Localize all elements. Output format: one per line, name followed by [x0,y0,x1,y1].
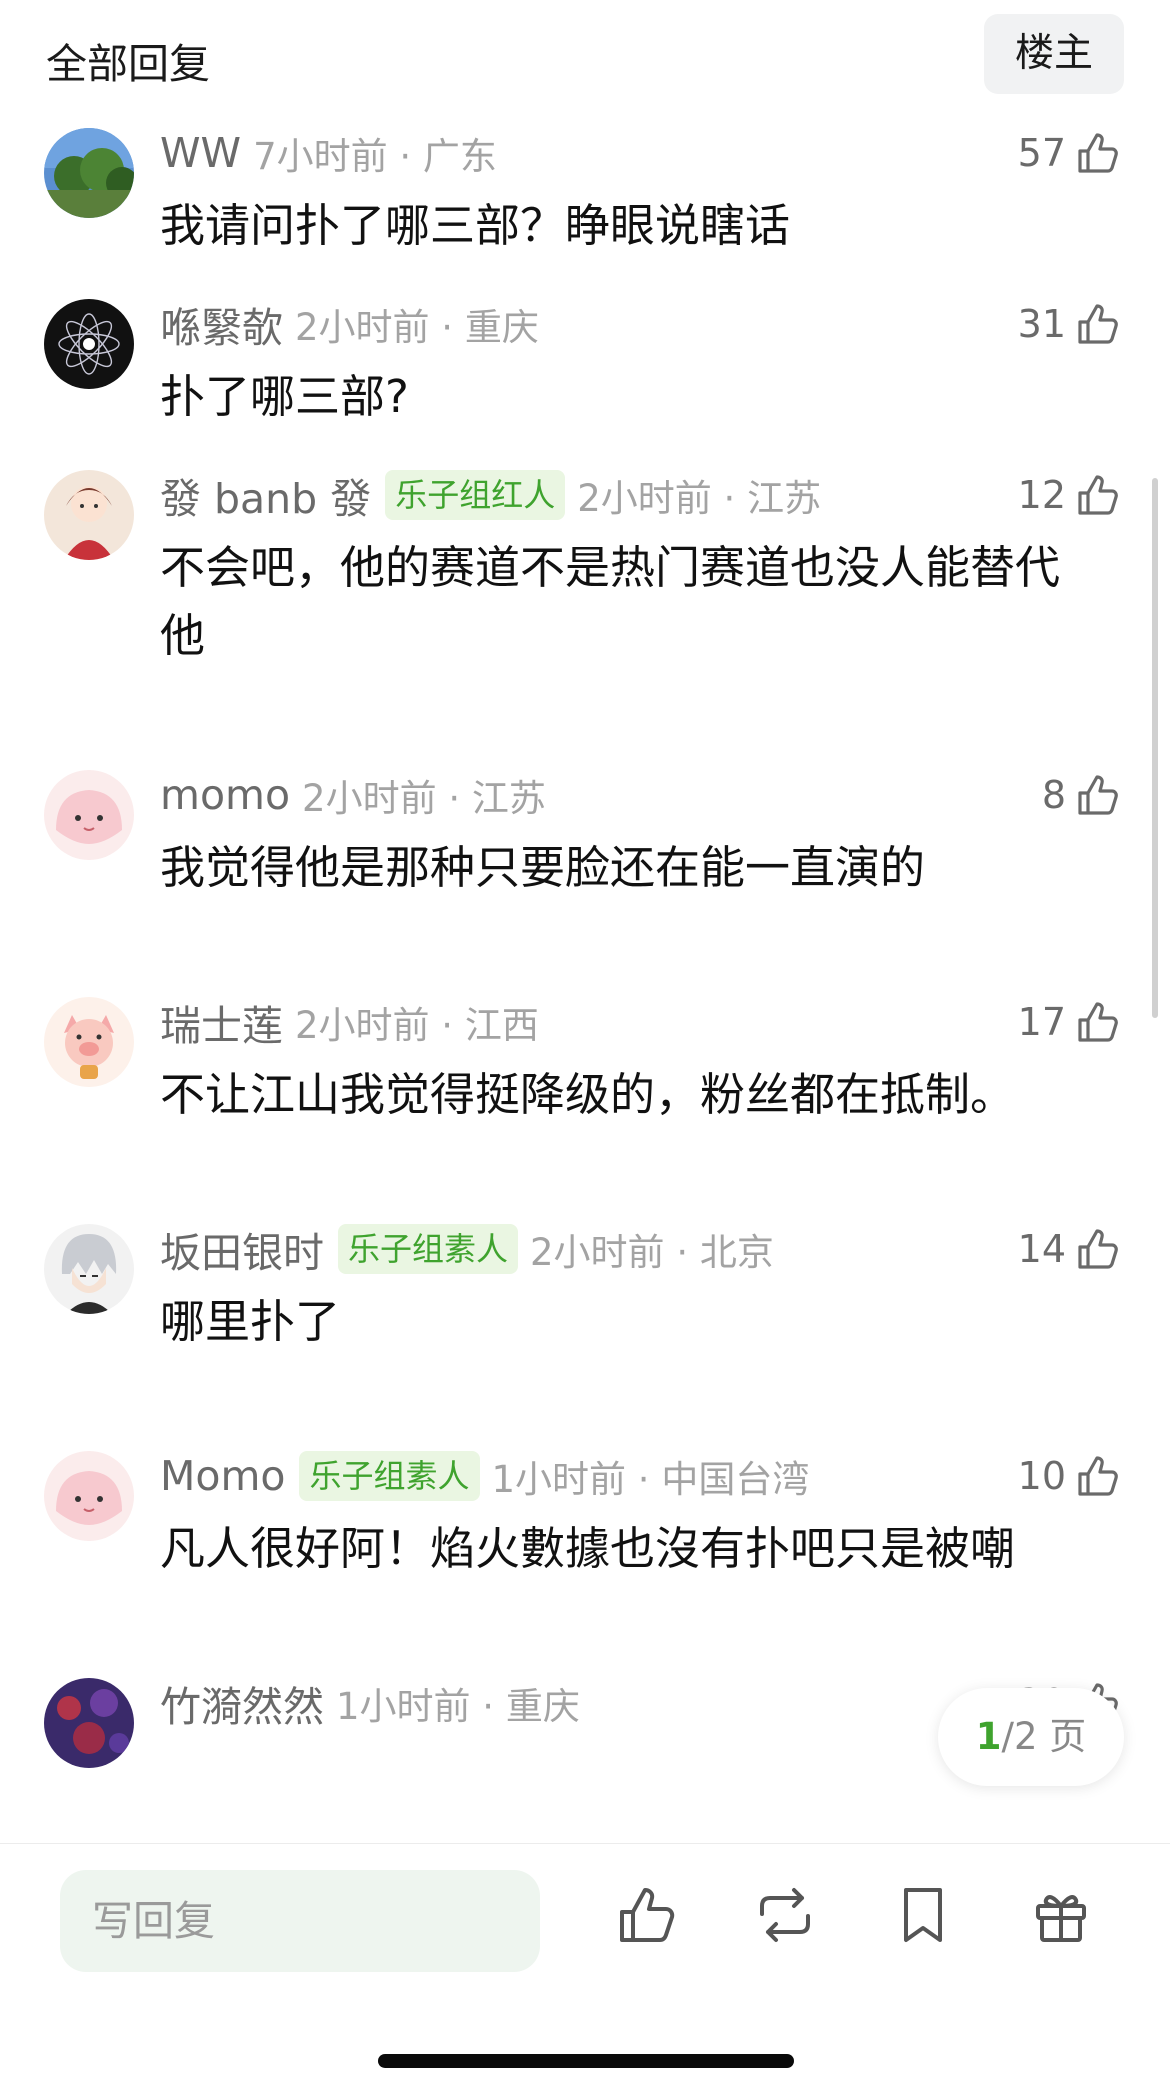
like-count: 57 [1017,131,1066,175]
like-button[interactable]: 12 [1018,468,1122,522]
comment-meta: 竹漪然然 1小时前 · 重庆 [160,1673,580,1733]
avatar[interactable] [44,1678,134,1768]
username[interactable]: WW [160,129,241,177]
like-button[interactable]: 14 [1018,1222,1122,1276]
like-button[interactable]: 10 [1018,1449,1122,1503]
avatar[interactable] [44,997,134,1087]
thumbs-up-icon [1078,1229,1118,1269]
avatar[interactable] [44,1224,134,1314]
page-indicator[interactable]: 1/2 页 [938,1688,1124,1786]
timestamp-location: 2小时前 · 重庆 [295,306,539,349]
username[interactable]: 竹漪然然 [160,1673,324,1733]
like-count: 10 [1017,1454,1066,1498]
thumbs-up-icon [1078,1456,1118,1496]
thumbs-up-icon [1078,475,1118,515]
bookmark-icon[interactable] [890,1882,956,1948]
timestamp-location: 2小时前 · 江西 [295,1004,539,1047]
timestamp-location: 1小时前 · 重庆 [336,1685,580,1728]
comment-meta: Momo 乐子组素人 1小时前 · 中国台湾 [160,1449,809,1503]
comment-meta: 坂田银时 乐子组素人 2小时前 · 北京 [160,1219,774,1279]
username[interactable]: momo [160,771,290,819]
scrollbar[interactable] [1152,478,1158,1018]
like-button[interactable]: 31 [1018,297,1122,351]
thumbs-up-icon [1078,133,1118,173]
user-badge: 乐子组素人 [338,1224,519,1274]
like-count: 17 [1017,1000,1066,1044]
like-count: 8 [1041,773,1066,817]
username[interactable]: 坂田银时 [160,1219,324,1279]
comment-text: 不让江山我觉得挺降级的，粉丝都在抵制。 [160,1068,1016,1121]
like-button[interactable]: 17 [1018,995,1122,1049]
owner-only-button[interactable]: 楼主 [984,14,1124,94]
comment-meta: 發 banb 發 乐子组红人 2小时前 · 江苏 [160,465,822,525]
comment-meta: WW 7小时前 · 广东 [160,126,497,180]
username[interactable]: Momo [160,1452,285,1500]
comment-text: 我觉得他是那种只要脸还在能一直演的 [160,841,926,894]
avatar[interactable] [44,770,134,860]
comment-text: 凡人很好阿！焰火數據也沒有扑吧只是被嘲 [160,1522,1016,1575]
like-count: 31 [1017,302,1066,346]
total-pages: /2 页 [1001,1715,1087,1758]
bottom-action-bar [0,1843,1170,2094]
avatar[interactable] [44,128,134,218]
avatar[interactable] [44,470,134,560]
reply-input[interactable] [60,1870,540,1972]
timestamp-location: 2小时前 · 江苏 [302,777,546,820]
comments-header: 全部回复 楼主 [0,0,1170,110]
comment-text: 扑了哪三部? [160,370,409,423]
timestamp-location: 1小时前 · 中国台湾 [491,1458,810,1501]
home-indicator[interactable] [378,2054,794,2068]
comment-text: 我请问扑了哪三部？睁眼说瞎话 [160,199,791,252]
like-button[interactable]: 57 [1018,126,1122,180]
comment-text: 不会吧，他的赛道不是热门赛道也没人能替代他 [160,541,1061,662]
comment-meta: momo 2小时前 · 江苏 [160,768,546,822]
timestamp-location: 7小时前 · 广东 [253,135,497,178]
avatar[interactable] [44,299,134,389]
username[interactable]: 喺繄欹 [160,294,283,354]
like-button[interactable]: 8 [1042,768,1122,822]
user-badge: 乐子组红人 [385,470,566,520]
gift-icon[interactable] [1028,1882,1094,1948]
avatar[interactable] [44,1451,134,1541]
timestamp-location: 2小时前 · 江苏 [577,477,822,520]
repost-icon[interactable] [752,1882,818,1948]
thumbs-up-icon [1078,775,1118,815]
header-title: 全部回复 [46,40,210,88]
thumbs-up-icon [1078,304,1118,344]
username[interactable]: 發 banb 發 [160,465,371,525]
timestamp-location: 2小时前 · 北京 [530,1231,774,1274]
comment-list[interactable]: WW 7小时前 · 广东 57 我请问扑了哪三部？睁眼说瞎话 喺繄欹 2小时前 … [0,110,1170,1840]
thumbs-up-icon[interactable] [614,1882,680,1948]
current-page: 1 [975,1715,1002,1758]
like-count: 14 [1017,1227,1066,1271]
user-badge: 乐子组素人 [299,1451,480,1501]
comment-meta: 瑞士莲 2小时前 · 江西 [160,992,539,1052]
like-count: 12 [1017,473,1066,517]
thumbs-up-icon [1078,1002,1118,1042]
comment-meta: 喺繄欹 2小时前 · 重庆 [160,294,539,354]
comment-text: 哪里扑了 [160,1295,341,1348]
username[interactable]: 瑞士莲 [160,992,283,1052]
